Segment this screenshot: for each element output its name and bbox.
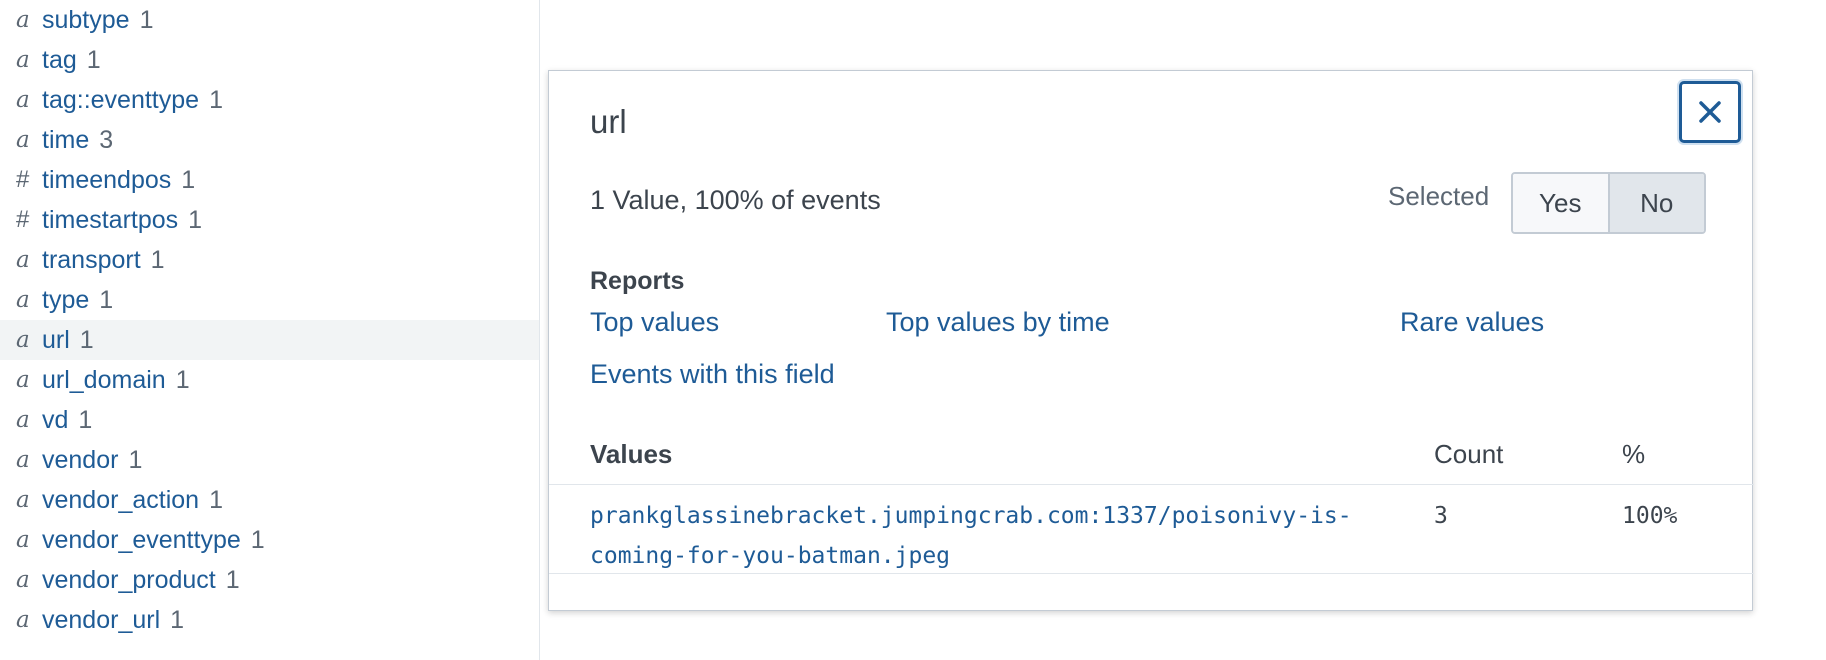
field-row-vendor-action[interactable]: a vendor_action 1 — [0, 480, 539, 520]
value-link[interactable]: prankglassinebracket.jumpingcrab.com:133… — [590, 496, 1380, 576]
field-name[interactable]: vendor_product — [42, 566, 216, 595]
field-name[interactable]: type — [42, 286, 89, 315]
value-summary: 1 Value, 100% of events — [590, 185, 881, 215]
field-summary-popover: url 1 Value, 100% of events Selected Yes… — [548, 70, 1754, 611]
field-name[interactable]: subtype — [42, 6, 130, 35]
field-row-url[interactable]: a url 1 — [0, 320, 539, 360]
field-count: 1 — [175, 365, 190, 394]
field-type-string-icon: a — [16, 487, 30, 513]
field-list: a subtype 1 a tag 1 a tag::eventtype 1 a… — [0, 0, 540, 660]
field-count: 1 — [250, 525, 265, 554]
field-count: 1 — [79, 325, 94, 354]
field-name[interactable]: transport — [42, 246, 141, 275]
field-type-string-icon: a — [16, 567, 30, 593]
field-row-timeendpos[interactable]: # timeendpos 1 — [0, 160, 539, 200]
rare-values-link[interactable]: Rare values — [1400, 307, 1544, 338]
field-count: 1 — [78, 405, 93, 434]
field-count: 1 — [188, 205, 203, 234]
field-row-subtype[interactable]: a subtype 1 — [0, 0, 539, 40]
selected-toggle: Yes No — [1511, 172, 1706, 234]
field-type-string-icon: a — [16, 87, 30, 113]
field-name[interactable]: tag — [42, 46, 77, 75]
field-row-vendor-product[interactable]: a vendor_product 1 — [0, 560, 539, 600]
field-count: 1 — [181, 165, 196, 194]
field-type-string-icon: a — [16, 247, 30, 273]
field-row-vd[interactable]: a vd 1 — [0, 400, 539, 440]
field-name[interactable]: url_domain — [42, 366, 166, 395]
field-name[interactable]: time — [42, 126, 89, 155]
field-name[interactable]: timestartpos — [42, 206, 178, 235]
field-name[interactable]: tag::eventtype — [42, 86, 199, 115]
close-icon — [1699, 101, 1721, 123]
top-values-link[interactable]: Top values — [590, 307, 719, 338]
field-row-transport[interactable]: a transport 1 — [0, 240, 539, 280]
popover-title: url — [590, 103, 627, 140]
selected-yes-button[interactable]: Yes — [1513, 174, 1610, 232]
field-count: 1 — [209, 85, 223, 114]
field-type-string-icon: a — [16, 527, 30, 553]
field-name[interactable]: vd — [42, 406, 68, 435]
field-row-vendor-eventtype[interactable]: a vendor_eventtype 1 — [0, 520, 539, 560]
field-row-tag-eventtype[interactable]: a tag::eventtype 1 — [0, 80, 539, 120]
value-count: 3 — [1434, 503, 1448, 529]
field-name[interactable]: url — [42, 326, 70, 355]
field-count: 1 — [99, 285, 114, 314]
field-type-string-icon: a — [16, 7, 30, 33]
field-count: 1 — [86, 45, 101, 74]
field-row-url-domain[interactable]: a url_domain 1 — [0, 360, 539, 400]
field-count: 1 — [209, 485, 223, 514]
field-name[interactable]: vendor_action — [42, 486, 199, 515]
field-type-string-icon: a — [16, 327, 30, 353]
selected-no-button[interactable]: No — [1609, 174, 1704, 232]
values-column-header: Values — [590, 439, 673, 469]
field-type-string-icon: a — [16, 287, 30, 313]
reports-heading: Reports — [590, 267, 685, 295]
field-type-string-icon: a — [16, 447, 30, 473]
field-type-string-icon: a — [16, 367, 30, 393]
field-type-string-icon: a — [16, 127, 30, 153]
events-with-field-link[interactable]: Events with this field — [590, 359, 835, 390]
count-column-header: Count — [1434, 439, 1504, 469]
field-row-vendor-url[interactable]: a vendor_url 1 — [0, 600, 539, 640]
field-name[interactable]: vendor_eventtype — [42, 526, 241, 555]
table-row-divider — [549, 573, 1754, 574]
field-count: 1 — [139, 5, 154, 34]
selected-label: Selected — [1388, 181, 1490, 211]
field-count: 1 — [150, 245, 165, 274]
field-type-string-icon: a — [16, 47, 30, 73]
field-type-number-icon: # — [16, 166, 30, 193]
close-button[interactable] — [1679, 81, 1741, 143]
field-row-time[interactable]: a time 3 — [0, 120, 539, 160]
field-name[interactable]: vendor_url — [42, 606, 160, 635]
field-count: 3 — [99, 125, 114, 154]
value-percent: 100% — [1622, 503, 1678, 529]
field-type-string-icon: a — [16, 407, 30, 433]
percent-column-header: % — [1622, 439, 1646, 469]
field-row-type[interactable]: a type 1 — [0, 280, 539, 320]
field-name[interactable]: timeendpos — [42, 166, 171, 195]
top-values-by-time-link[interactable]: Top values by time — [886, 307, 1110, 338]
field-name[interactable]: vendor — [42, 446, 118, 475]
table-header-divider — [549, 484, 1754, 485]
field-row-timestartpos[interactable]: # timestartpos 1 — [0, 200, 539, 240]
field-row-vendor[interactable]: a vendor 1 — [0, 440, 539, 480]
field-count: 1 — [170, 605, 185, 634]
field-row-tag[interactable]: a tag 1 — [0, 40, 539, 80]
field-count: 1 — [128, 445, 143, 474]
field-type-number-icon: # — [16, 206, 30, 233]
field-count: 1 — [225, 565, 240, 594]
field-type-string-icon: a — [16, 607, 30, 633]
